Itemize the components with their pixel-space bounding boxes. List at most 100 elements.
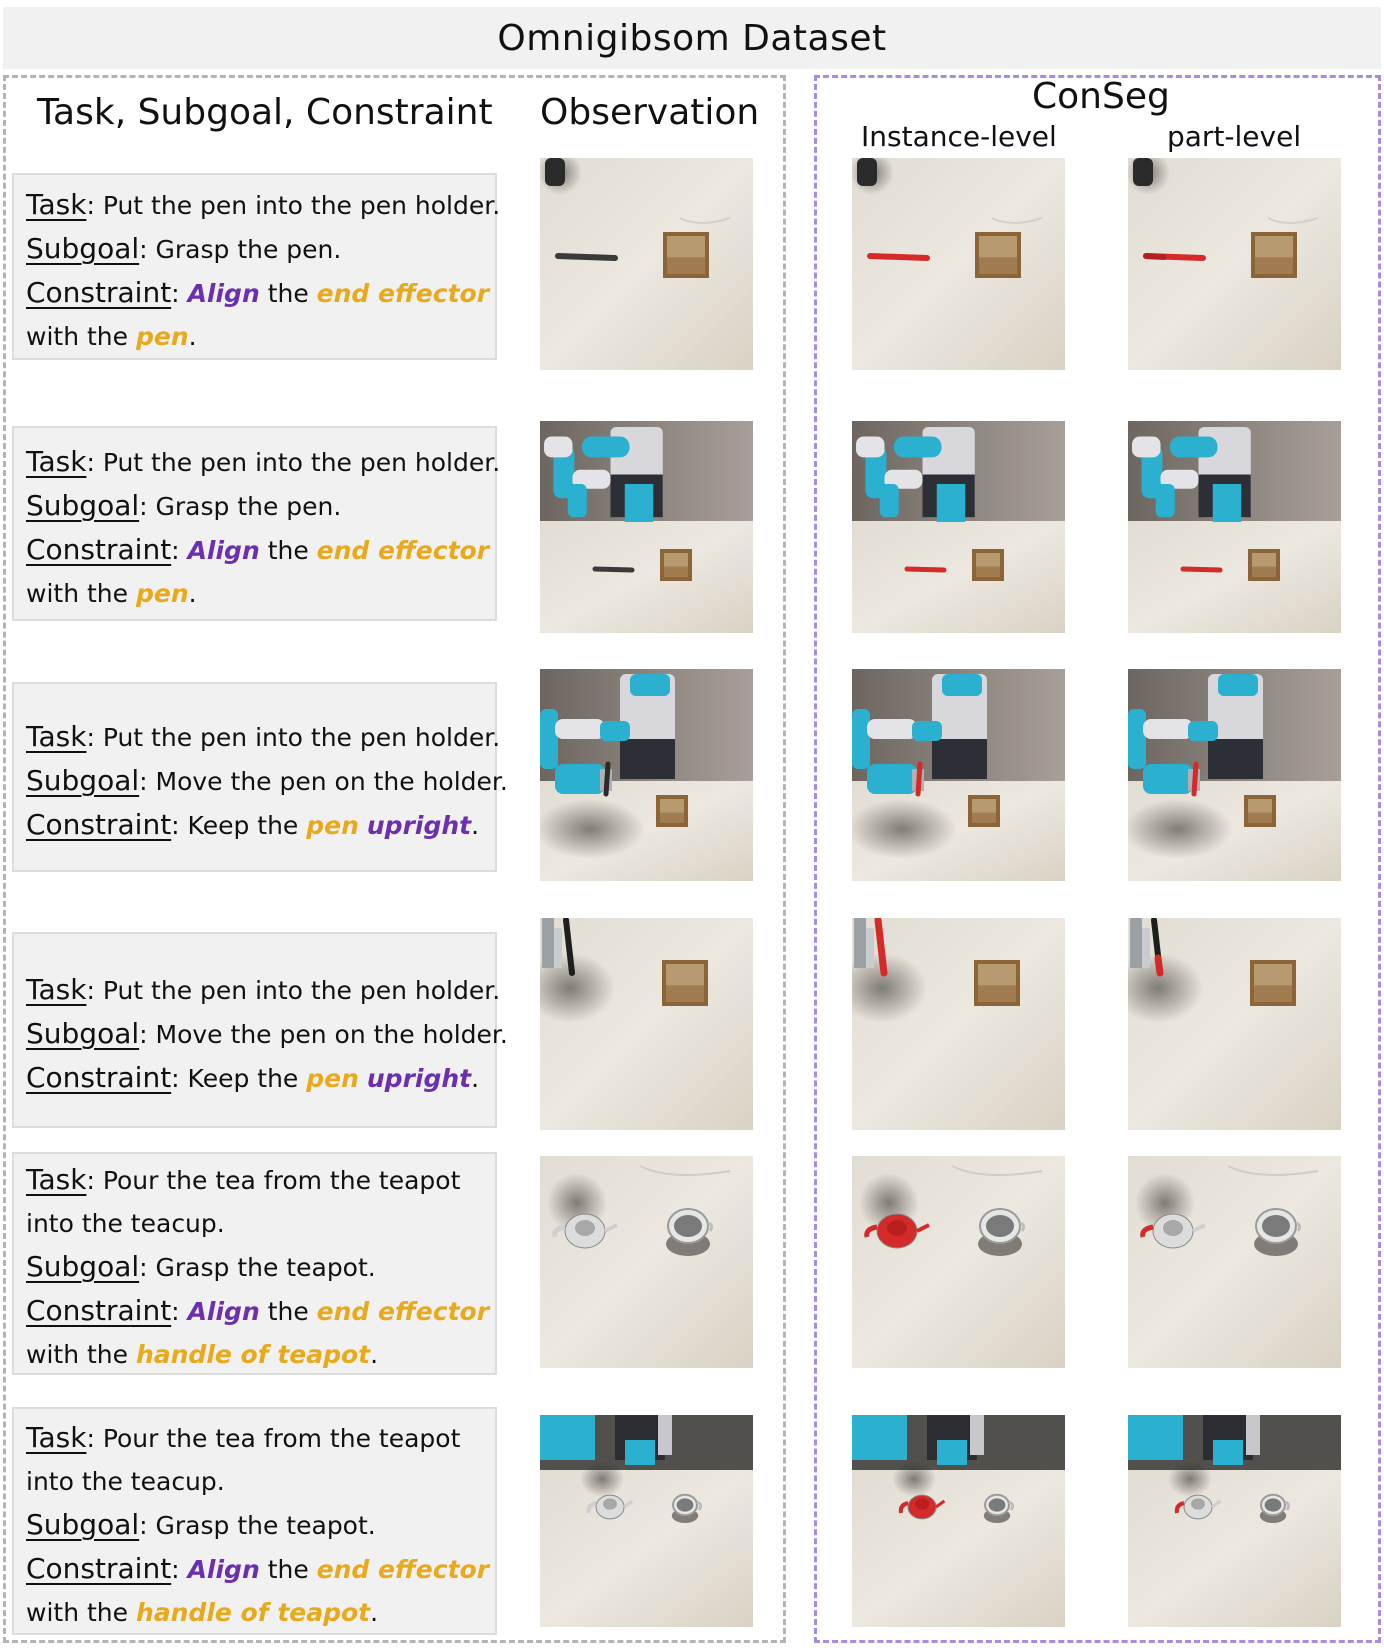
text-box: Task: Put the pen into the pen holder. Su… xyxy=(12,932,508,1128)
task-colon: : xyxy=(86,1166,95,1195)
subgoal-line: Subgoal: Grasp the pen. xyxy=(26,484,495,528)
subgoal-colon: : xyxy=(139,767,148,796)
constraint-label: Constraint xyxy=(26,276,172,309)
task-text: Put the pen into the pen holder. xyxy=(94,723,501,752)
subgoal-text: Grasp the teapot. xyxy=(147,1511,376,1540)
constraint-segment: pen xyxy=(135,322,189,351)
constraint-segment xyxy=(359,1064,367,1093)
constraint-segment: the xyxy=(259,1297,317,1326)
task-colon: : xyxy=(86,448,95,477)
subgoal-colon: : xyxy=(139,492,148,521)
constraint-segment: end effector xyxy=(316,536,490,565)
constraint-segment: Align xyxy=(187,1297,260,1326)
instance-mask-image xyxy=(852,1415,1065,1627)
observation-image xyxy=(540,669,753,881)
constraint-line: Constraint: Keep the pen upright. xyxy=(26,803,495,847)
constraint-continuation-line: with the handle of teapot. xyxy=(26,1333,495,1376)
constraint-line: Constraint: Align the end effector xyxy=(26,271,495,315)
task-text: Pour the tea from the teapot xyxy=(94,1166,461,1195)
constraint-line: Constraint: Keep the pen upright. xyxy=(26,1056,495,1100)
task-label: Task xyxy=(26,973,87,1006)
observation-image xyxy=(540,918,753,1130)
task-label: Task xyxy=(26,445,87,478)
constraint-line: Constraint: Align the end effector xyxy=(26,1289,495,1333)
constraint-segment xyxy=(180,279,188,308)
constraint-segment: end effector xyxy=(316,1555,490,1584)
constraint-segment: . xyxy=(370,1340,379,1369)
task-line: Task: Put the pen into the pen holder. xyxy=(26,183,500,227)
observation-image xyxy=(540,158,753,370)
subgoal-label: Subgoal xyxy=(26,764,140,797)
task-label: Task xyxy=(26,1421,87,1454)
constraint-segment xyxy=(180,536,188,565)
task-continuation-line: into the teacup. xyxy=(26,1460,495,1503)
part-mask-image xyxy=(1128,918,1341,1130)
instance-mask-image xyxy=(852,1156,1065,1368)
task-label: Task xyxy=(26,188,87,221)
text-box: Task: Put the pen into the pen holder. Su… xyxy=(12,173,500,360)
instance-mask-image xyxy=(852,421,1065,633)
task-line: Task: Pour the tea from the teapot xyxy=(26,1416,495,1460)
constraint-segment: upright xyxy=(366,1064,472,1093)
constraint-segment: end effector xyxy=(316,279,490,308)
subgoal-colon: : xyxy=(139,1511,148,1540)
instance-mask-image xyxy=(852,158,1065,370)
subgoal-line: Subgoal: Move the pen on the holder. xyxy=(26,1012,508,1056)
constraint-segment: Keep the xyxy=(179,811,307,840)
task-text: Put the pen into the pen holder. xyxy=(94,976,501,1005)
constraint-segment: with the xyxy=(26,322,136,351)
subgoal-label: Subgoal xyxy=(26,1508,140,1541)
constraint-segment: pen xyxy=(306,811,359,840)
task-colon: : xyxy=(86,191,95,220)
subgoal-text: Grasp the teapot. xyxy=(147,1253,376,1282)
constraint-segment: the xyxy=(259,1555,317,1584)
subgoal-label: Subgoal xyxy=(26,1017,140,1050)
column-header-task: Task, Subgoal, Constraint xyxy=(37,92,493,133)
column-header-conseg: ConSeg xyxy=(1032,76,1170,117)
constraint-continuation-line: with the handle of teapot. xyxy=(26,1591,495,1634)
subgoal-label: Subgoal xyxy=(26,489,140,522)
constraint-segment: Keep the xyxy=(179,1064,307,1093)
column-header-observation: Observation xyxy=(540,92,760,133)
constraint-segment: pen xyxy=(306,1064,359,1093)
task-text: Pour the tea from the teapot xyxy=(94,1424,461,1453)
instance-mask-image xyxy=(852,669,1065,881)
subgoal-text: Move the pen on the holder. xyxy=(147,1020,508,1049)
observation-image xyxy=(540,421,753,633)
constraint-segment: end effector xyxy=(316,1297,490,1326)
subgoal-label: Subgoal xyxy=(26,1250,140,1283)
constraint-segment: the xyxy=(259,279,317,308)
constraint-segment: . xyxy=(471,1064,480,1093)
observation-image xyxy=(540,1156,753,1368)
subgoal-line: Subgoal: Grasp the teapot. xyxy=(26,1245,495,1289)
constraint-segment: Align xyxy=(187,1555,260,1584)
constraint-colon: : xyxy=(171,1297,180,1326)
constraint-segment: Align xyxy=(187,536,260,565)
constraint-segment: the xyxy=(259,536,317,565)
constraint-segment: pen xyxy=(135,579,189,608)
task-continuation-line: into the teacup. xyxy=(26,1202,495,1245)
subgoal-line: Subgoal: Move the pen on the holder. xyxy=(26,759,508,803)
task-colon: : xyxy=(86,976,95,1005)
constraint-segment xyxy=(359,811,367,840)
text-box: Task: Pour the tea from the teapot into t… xyxy=(12,1407,497,1635)
constraint-label: Constraint xyxy=(26,1294,172,1327)
subgoal-text: Grasp the pen. xyxy=(147,235,342,264)
constraint-colon: : xyxy=(171,1555,180,1584)
constraint-segment: handle of teapot xyxy=(135,1340,371,1369)
subgoal-text: Grasp the pen. xyxy=(147,492,342,521)
constraint-segment: with the xyxy=(26,1340,136,1369)
constraint-label: Constraint xyxy=(26,533,172,566)
constraint-label: Constraint xyxy=(26,808,172,841)
task-label: Task xyxy=(26,1163,87,1196)
constraint-colon: : xyxy=(171,1064,180,1093)
subgoal-line: Subgoal: Grasp the teapot. xyxy=(26,1503,495,1547)
task-line: Task: Pour the tea from the teapot xyxy=(26,1158,495,1202)
subgoal-colon: : xyxy=(139,1020,148,1049)
subgoal-colon: : xyxy=(139,235,148,264)
observation-image xyxy=(540,1415,753,1627)
column-header-instance-level: Instance-level xyxy=(861,120,1057,153)
constraint-colon: : xyxy=(171,279,180,308)
constraint-segment: . xyxy=(188,579,197,608)
constraint-continuation-line: with the pen. xyxy=(26,315,495,358)
